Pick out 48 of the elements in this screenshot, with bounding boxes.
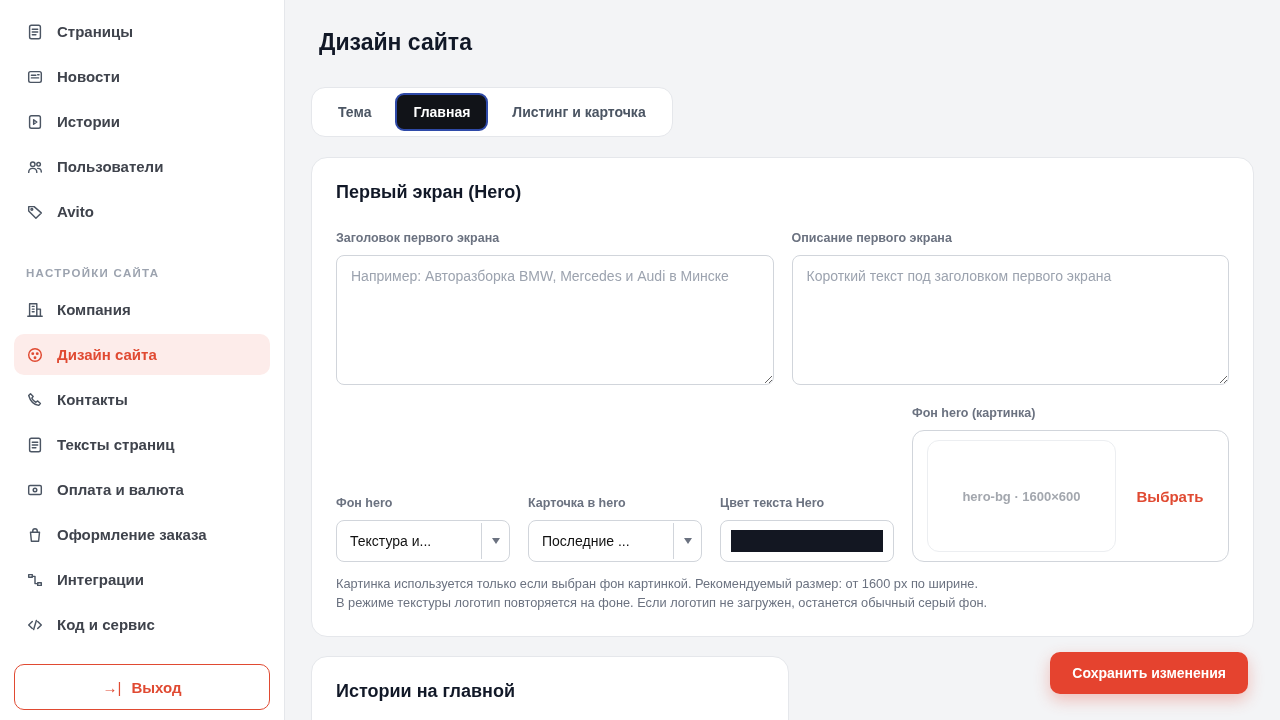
field-label: Фон hero [336,496,394,510]
hint-text: Картинка используется только если выбран фон картинкой. Рекомендуемый размер: от 1600 px по ширине. [336,575,979,593]
doc-icon [26,435,44,454]
phone-icon [26,390,44,409]
sidebar-item[interactable]: Пользователи [14,146,270,187]
logout-icon: →| [102,678,122,696]
text-area[interactable]: Например: Авторазборка BMW, Mercedes и Audi в Минске [336,255,774,385]
select-value: Последние ... [541,533,631,549]
sidebar-item[interactable]: Интеграции [14,559,270,600]
sidebar-item[interactable]: Новости [14,56,270,97]
card-title: Истории на главной [336,681,517,702]
sidebar-item[interactable]: Оплата и валюта [14,469,270,510]
sidebar-item[interactable]: Код и сервис [14,604,270,645]
field-label: Фон hero (картинка) [912,406,1037,420]
play-icon [26,112,44,131]
dropdown-arrow-icon [491,538,500,544]
sidebar-item[interactable]: Avito [14,191,270,232]
sidebar-item[interactable]: Страницы [14,11,270,52]
palette-icon [26,345,44,364]
color-picker[interactable] [720,520,894,562]
card-title: Первый экран (Hero) [336,182,523,203]
sidebar-item[interactable]: Компания [14,289,270,330]
tab[interactable]: Главная [395,93,489,131]
section-title: НАСТРОЙКИ САЙТА [25,266,161,281]
select-field[interactable]: Текстура и... [336,520,510,562]
choose-button[interactable]: Выбрать [1126,486,1214,506]
field-label: Заголовок первого экрана [336,231,501,245]
page-title: Дизайн сайта [319,29,472,56]
field-label: Карточка в hero [528,496,627,510]
text-area[interactable]: Короткий текст под заголовком первого экрана [791,255,1229,385]
sidebar-item[interactable]: Оформление заказа [14,514,270,555]
sidebar-item[interactable]: Тексты страниц [14,424,270,465]
select-field[interactable]: Последние ... [528,520,702,562]
sidebar-item[interactable]: Истории [14,101,270,142]
logout-button[interactable]: →| Выход [14,664,270,710]
sidebar-item[interactable]: Дизайн сайта [14,334,270,375]
building-icon [26,300,44,319]
hint-text: В режиме текстуры логотип повторяется на фоне. Если логотип не загружен, останется обычный серый фон. [336,594,989,612]
doc-icon [26,22,44,41]
preview-caption: hero-bg · 1600×600 [962,488,1081,504]
tab[interactable]: Листинг и карточка [494,93,664,131]
tab[interactable]: Тема [320,93,390,131]
dropdown-arrow-icon [683,538,692,544]
field-label: Цвет текста Hero [720,496,826,510]
sidebar-item[interactable]: Контакты [14,379,270,420]
save-button[interactable]: Сохранить изменения [1050,652,1248,694]
select-value: Текстура и... [349,533,433,549]
field-label: Описание первого экрана [791,231,953,245]
